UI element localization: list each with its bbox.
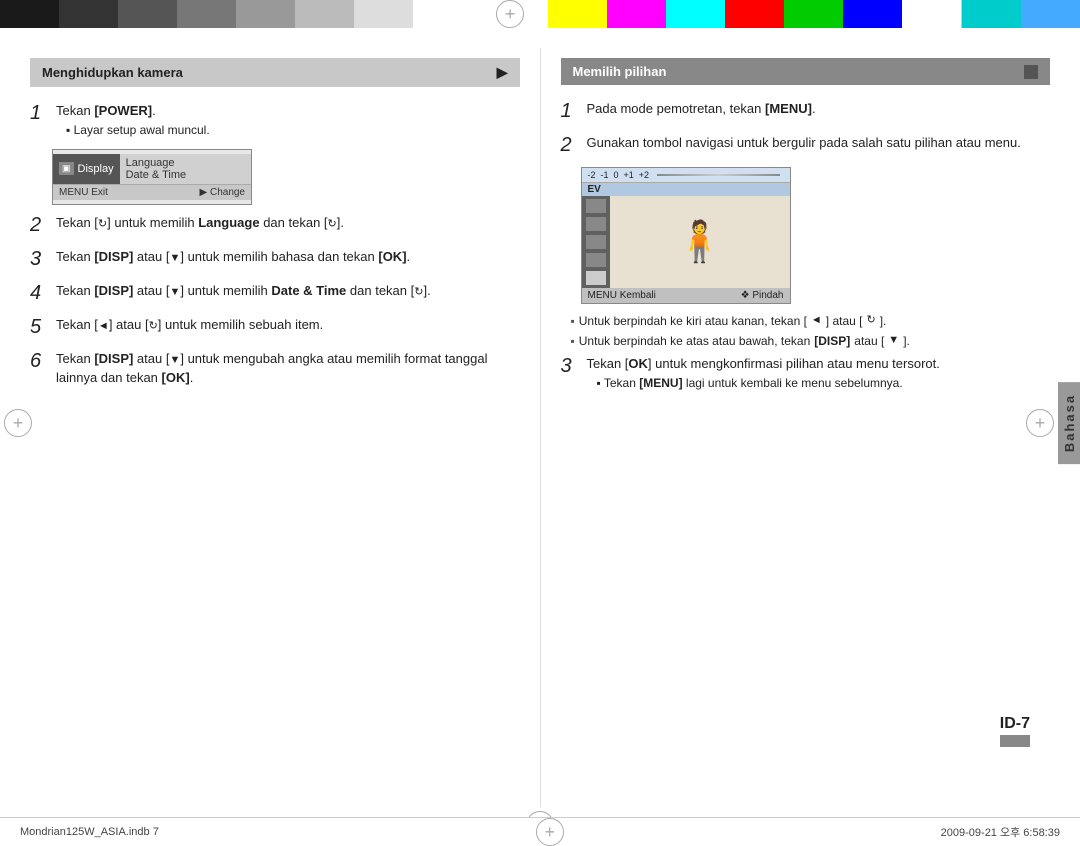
menu-icon-3 bbox=[586, 235, 606, 249]
screen-right: Language Date & Time bbox=[120, 154, 251, 184]
swatch-yellow bbox=[548, 0, 607, 28]
menu-icon-1 bbox=[586, 199, 606, 213]
right-step-3: 3 Tekan [OK] untuk mengkonfirmasi piliha… bbox=[561, 354, 1051, 392]
swatch-3 bbox=[118, 0, 177, 28]
step-2: 2 Tekan [↻] untuk memilih Language dan t… bbox=[30, 213, 520, 237]
swatch-teal bbox=[962, 0, 1021, 28]
swatch-red bbox=[725, 0, 784, 28]
step-6: 6 Tekan [DISP] atau [▼] untuk mengubah a… bbox=[30, 349, 520, 388]
step-1-content: Tekan [POWER]. ▪ Layar setup awal muncul… bbox=[56, 101, 520, 139]
step-2-num: 2 bbox=[30, 213, 48, 237]
swatch-7 bbox=[354, 0, 413, 28]
right-step-2: 2 Gunakan tombol navigasi untuk bergulir… bbox=[561, 133, 1051, 157]
step-2-bold: Language bbox=[198, 215, 259, 230]
step-1-sub: ▪ Layar setup awal muncul. bbox=[66, 121, 520, 139]
step-3-content: Tekan [DISP] atau [▼] untuk memilih baha… bbox=[56, 247, 520, 271]
figure-silhouette: 🧍 bbox=[675, 222, 725, 262]
swatch-2 bbox=[59, 0, 118, 28]
step-5-content: Tekan [◄] atau [↻] untuk memilih sebuah … bbox=[56, 315, 520, 339]
menu-footer-right: ❖ Pindah bbox=[741, 290, 784, 301]
footer-right: 2009-09-21 오후 6:58:39 bbox=[941, 824, 1060, 840]
swatch-blue bbox=[843, 0, 902, 28]
screen-footer-right: ▶ Change bbox=[200, 187, 246, 198]
step-1: 1 Tekan [POWER]. ▪ Layar setup awal munc… bbox=[30, 101, 520, 139]
right-step-3-num: 3 bbox=[561, 354, 579, 392]
menu-screen-main: 🧍 bbox=[610, 196, 790, 288]
bullet-list: Untuk berpindah ke kiri atau kanan, teka… bbox=[571, 312, 1051, 350]
right-step-1-num: 1 bbox=[561, 99, 579, 123]
side-tab-bahasa: Bahasa bbox=[1058, 381, 1080, 463]
left-section-title: Menghidupkan kamera bbox=[42, 65, 183, 80]
bottom-bar: Mondrian125W_ASIA.indb 7 2009-09-21 오후 6… bbox=[0, 817, 1080, 845]
bullet-2: Untuk berpindah ke atas atau bawah, teka… bbox=[571, 332, 1051, 350]
swatch-5 bbox=[236, 0, 295, 28]
swatch-cyan bbox=[666, 0, 725, 28]
step-5: 5 Tekan [◄] atau [↻] untuk memilih sebua… bbox=[30, 315, 520, 339]
left-section-arrow: ▶ bbox=[497, 64, 508, 81]
swatch-magenta bbox=[607, 0, 666, 28]
step-5-num: 5 bbox=[30, 315, 48, 339]
reg-mark-top bbox=[496, 0, 524, 28]
right-section-icon bbox=[1024, 65, 1038, 79]
step-4-num: 4 bbox=[30, 281, 48, 305]
right-section-title: Memilih pilihan bbox=[573, 64, 667, 79]
screen-left-label: Display bbox=[78, 163, 114, 175]
right-step-3-sub: ▪ Tekan [MENU] lagi untuk kembali ke men… bbox=[597, 374, 1051, 392]
right-section-header: Memilih pilihan bbox=[561, 58, 1051, 85]
right-step-2-num: 2 bbox=[561, 133, 579, 157]
menu-icon-4 bbox=[586, 253, 606, 267]
step-6-content: Tekan [DISP] atau [▼] untuk mengubah ang… bbox=[56, 349, 520, 388]
page-number-line bbox=[1000, 735, 1030, 747]
footer-left: Mondrian125W_ASIA.indb 7 bbox=[20, 826, 159, 838]
main-content: Menghidupkan kamera ▶ 1 Tekan [POWER]. ▪… bbox=[20, 48, 1060, 807]
bullet-1: Untuk berpindah ke kiri atau kanan, teka… bbox=[571, 312, 1051, 330]
color-bar bbox=[0, 0, 1080, 28]
step-3-num: 3 bbox=[30, 247, 48, 271]
screen-right-line2: Date & Time bbox=[126, 169, 245, 181]
right-step-1: 1 Pada mode pemotretan, tekan [MENU]. bbox=[561, 99, 1051, 123]
step-1-num: 1 bbox=[30, 101, 48, 139]
menu-footer-left: MENU Kembali bbox=[588, 290, 656, 301]
menu-icon-2 bbox=[586, 217, 606, 231]
swatch-6 bbox=[295, 0, 354, 28]
swatch-8 bbox=[413, 0, 472, 28]
swatch-1 bbox=[0, 0, 59, 28]
page-number: ID-7 bbox=[1000, 715, 1030, 733]
swatch-4 bbox=[177, 0, 236, 28]
page-number-area: ID-7 bbox=[1000, 715, 1030, 747]
step-1-bold: [POWER] bbox=[94, 103, 152, 118]
screen-footer-left: MENU Exit bbox=[59, 187, 108, 198]
step-4-bold: Date & Time bbox=[271, 283, 346, 298]
swatch-green bbox=[784, 0, 843, 28]
menu-icon-5 bbox=[586, 271, 606, 285]
menu-screen: -2 -1 0 +1 +2 EV 🧍 MENU Kembali bbox=[581, 167, 791, 304]
right-panel: Memilih pilihan 1 Pada mode pemotretan, … bbox=[541, 48, 1061, 807]
screen-left: ▣ Display bbox=[53, 154, 120, 184]
step-6-num: 6 bbox=[30, 349, 48, 388]
right-step-2-content: Gunakan tombol navigasi untuk bergulir p… bbox=[587, 133, 1051, 157]
menu-screen-footer: MENU Kembali ❖ Pindah bbox=[582, 288, 790, 303]
ev-label: EV bbox=[582, 183, 790, 196]
ev-scale: -2 -1 0 +1 +2 bbox=[588, 170, 650, 180]
swatch-white bbox=[902, 0, 962, 28]
camera-screen: ▣ Display Language Date & Time MENU Exit… bbox=[52, 149, 252, 205]
swatch-lightblue bbox=[1021, 0, 1080, 28]
menu-screen-content: 🧍 bbox=[582, 196, 790, 288]
screen-right-line1: Language bbox=[126, 157, 245, 169]
screen-bottom: MENU Exit ▶ Change bbox=[53, 184, 251, 200]
left-panel: Menghidupkan kamera ▶ 1 Tekan [POWER]. ▪… bbox=[20, 48, 541, 807]
step-3: 3 Tekan [DISP] atau [▼] untuk memilih ba… bbox=[30, 247, 520, 271]
reg-mark-bottom-bar bbox=[536, 818, 564, 846]
right-step-1-content: Pada mode pemotretan, tekan [MENU]. bbox=[587, 99, 1051, 123]
left-section-header: Menghidupkan kamera ▶ bbox=[30, 58, 520, 87]
right-step-3-content: Tekan [OK] untuk mengkonfirmasi pilihan … bbox=[587, 354, 1051, 392]
menu-screen-sidebar bbox=[582, 196, 610, 288]
display-icon: ▣ bbox=[59, 162, 74, 175]
menu-screen-ev: -2 -1 0 +1 +2 bbox=[582, 168, 790, 183]
step-4: 4 Tekan [DISP] atau [▼] untuk memilih Da… bbox=[30, 281, 520, 305]
step-4-content: Tekan [DISP] atau [▼] untuk memilih Date… bbox=[56, 281, 520, 305]
step-2-content: Tekan [↻] untuk memilih Language dan tek… bbox=[56, 213, 520, 237]
